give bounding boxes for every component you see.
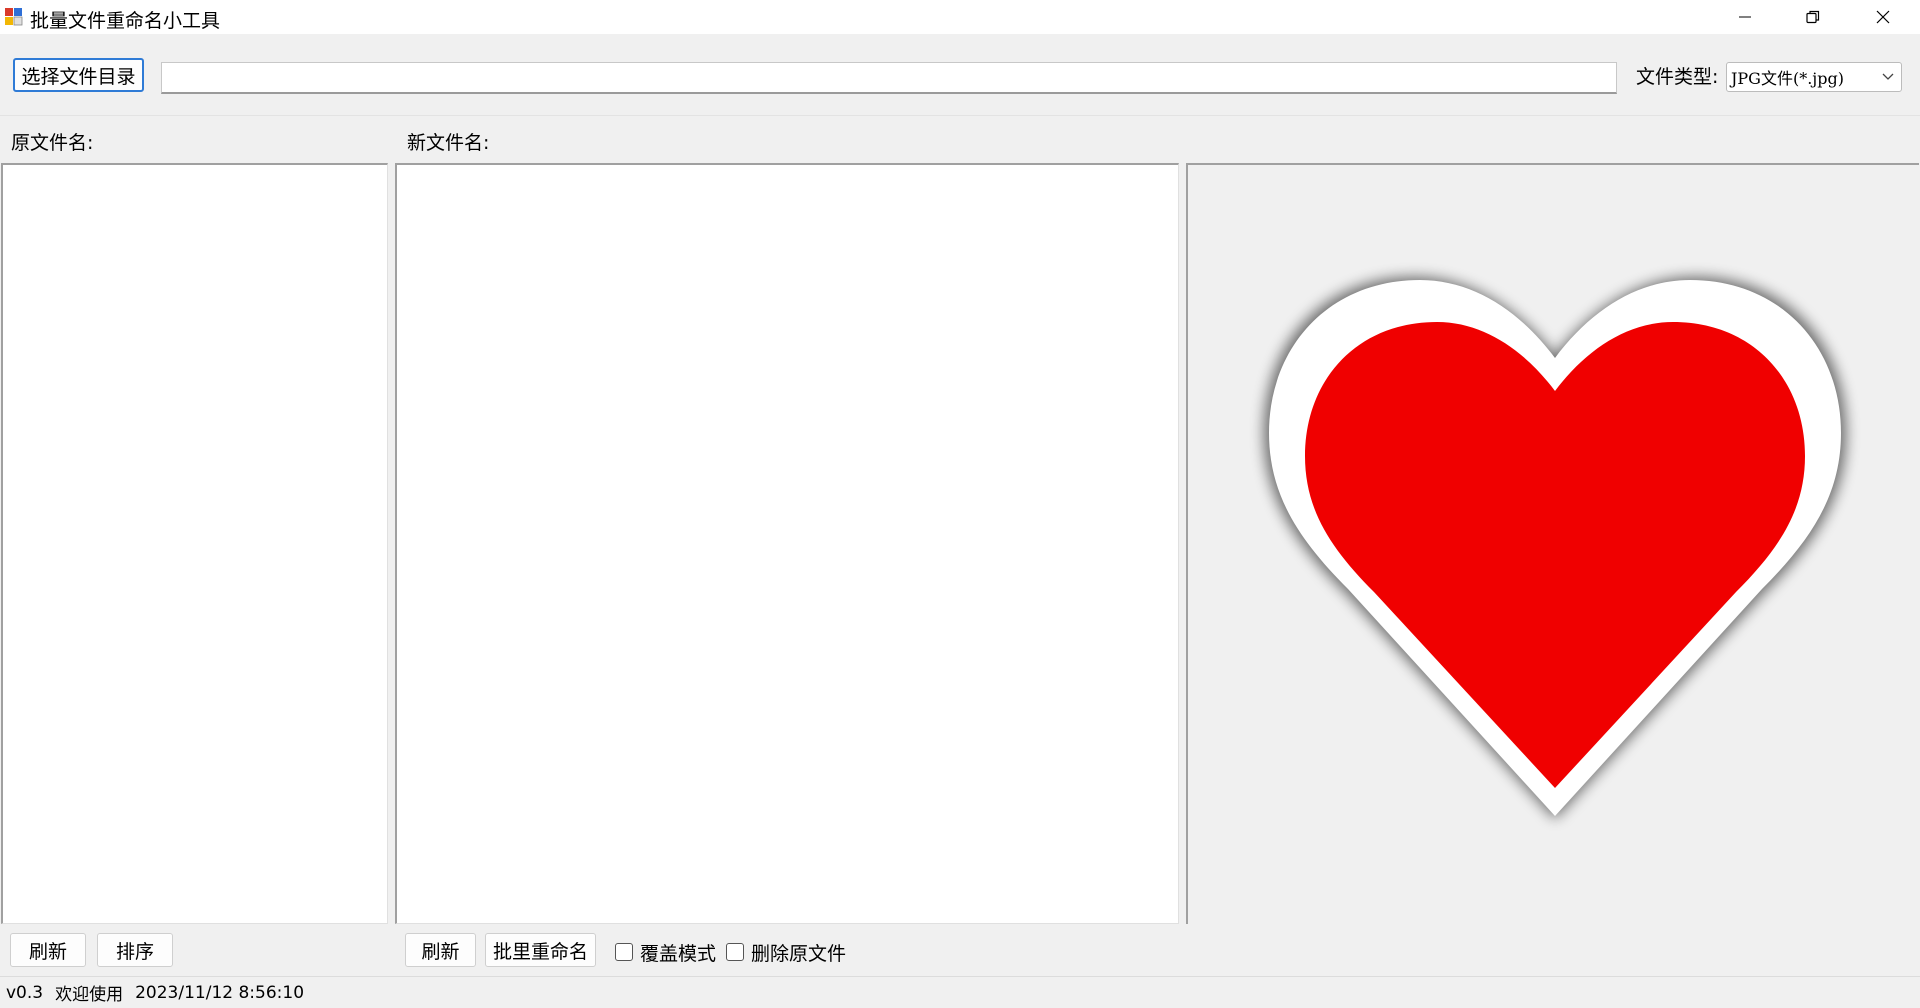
refresh-original-button[interactable]: 刷新 [10,933,86,967]
new-filename-list[interactable] [395,163,1179,924]
image-preview-panel [1186,163,1919,924]
window-title: 批量文件重命名小工具 [30,10,221,32]
close-icon [1876,10,1890,24]
new-filename-label: 新文件名: [407,132,490,154]
delete-original-checkbox[interactable]: 删除原文件 [726,940,847,965]
app-icon [5,8,23,26]
sort-button[interactable]: 排序 [97,933,173,967]
overwrite-mode-box[interactable] [615,943,633,961]
welcome-text: 欢迎使用 [55,985,124,1005]
version-text: v0.3 [6,982,44,1003]
refresh-new-button[interactable]: 刷新 [405,933,476,967]
title-bar: 批量文件重命名小工具 [0,0,1920,34]
original-filename-label: 原文件名: [11,132,94,154]
overwrite-mode-label: 覆盖模式 [640,942,717,965]
delete-original-box[interactable] [726,943,744,961]
minimize-button[interactable] [1710,0,1780,34]
overwrite-mode-checkbox[interactable]: 覆盖模式 [615,940,717,965]
file-type-label: 文件类型: [1636,66,1719,88]
status-bar: v0.3 欢迎使用 2023/11/12 8:56:10 [0,976,1920,1008]
red-heart-image [1264,277,1846,819]
toolbar: 选择文件目录 文件类型: JPG文件(*.jpg) [0,34,1920,116]
chevron-down-icon [1882,73,1894,80]
batch-rename-button[interactable]: 批里重命名 [485,933,596,967]
minimize-icon [1739,16,1751,18]
close-button[interactable] [1848,0,1918,34]
delete-original-label: 删除原文件 [751,942,847,965]
directory-path-input[interactable] [161,62,1617,94]
file-type-selected-value: JPG文件(*.jpg) [1731,69,1844,88]
original-filename-list[interactable] [1,163,388,924]
restore-icon [1806,10,1820,24]
main-window: 批量文件重命名小工具 选择文件目录 文件类型: JPG文件(*.jpg) 原文件… [0,0,1920,1008]
file-type-select[interactable]: JPG文件(*.jpg) [1726,62,1902,92]
select-directory-button[interactable]: 选择文件目录 [13,58,144,92]
datetime-text: 2023/11/12 8:56:10 [135,982,305,1003]
restore-button[interactable] [1778,0,1848,34]
